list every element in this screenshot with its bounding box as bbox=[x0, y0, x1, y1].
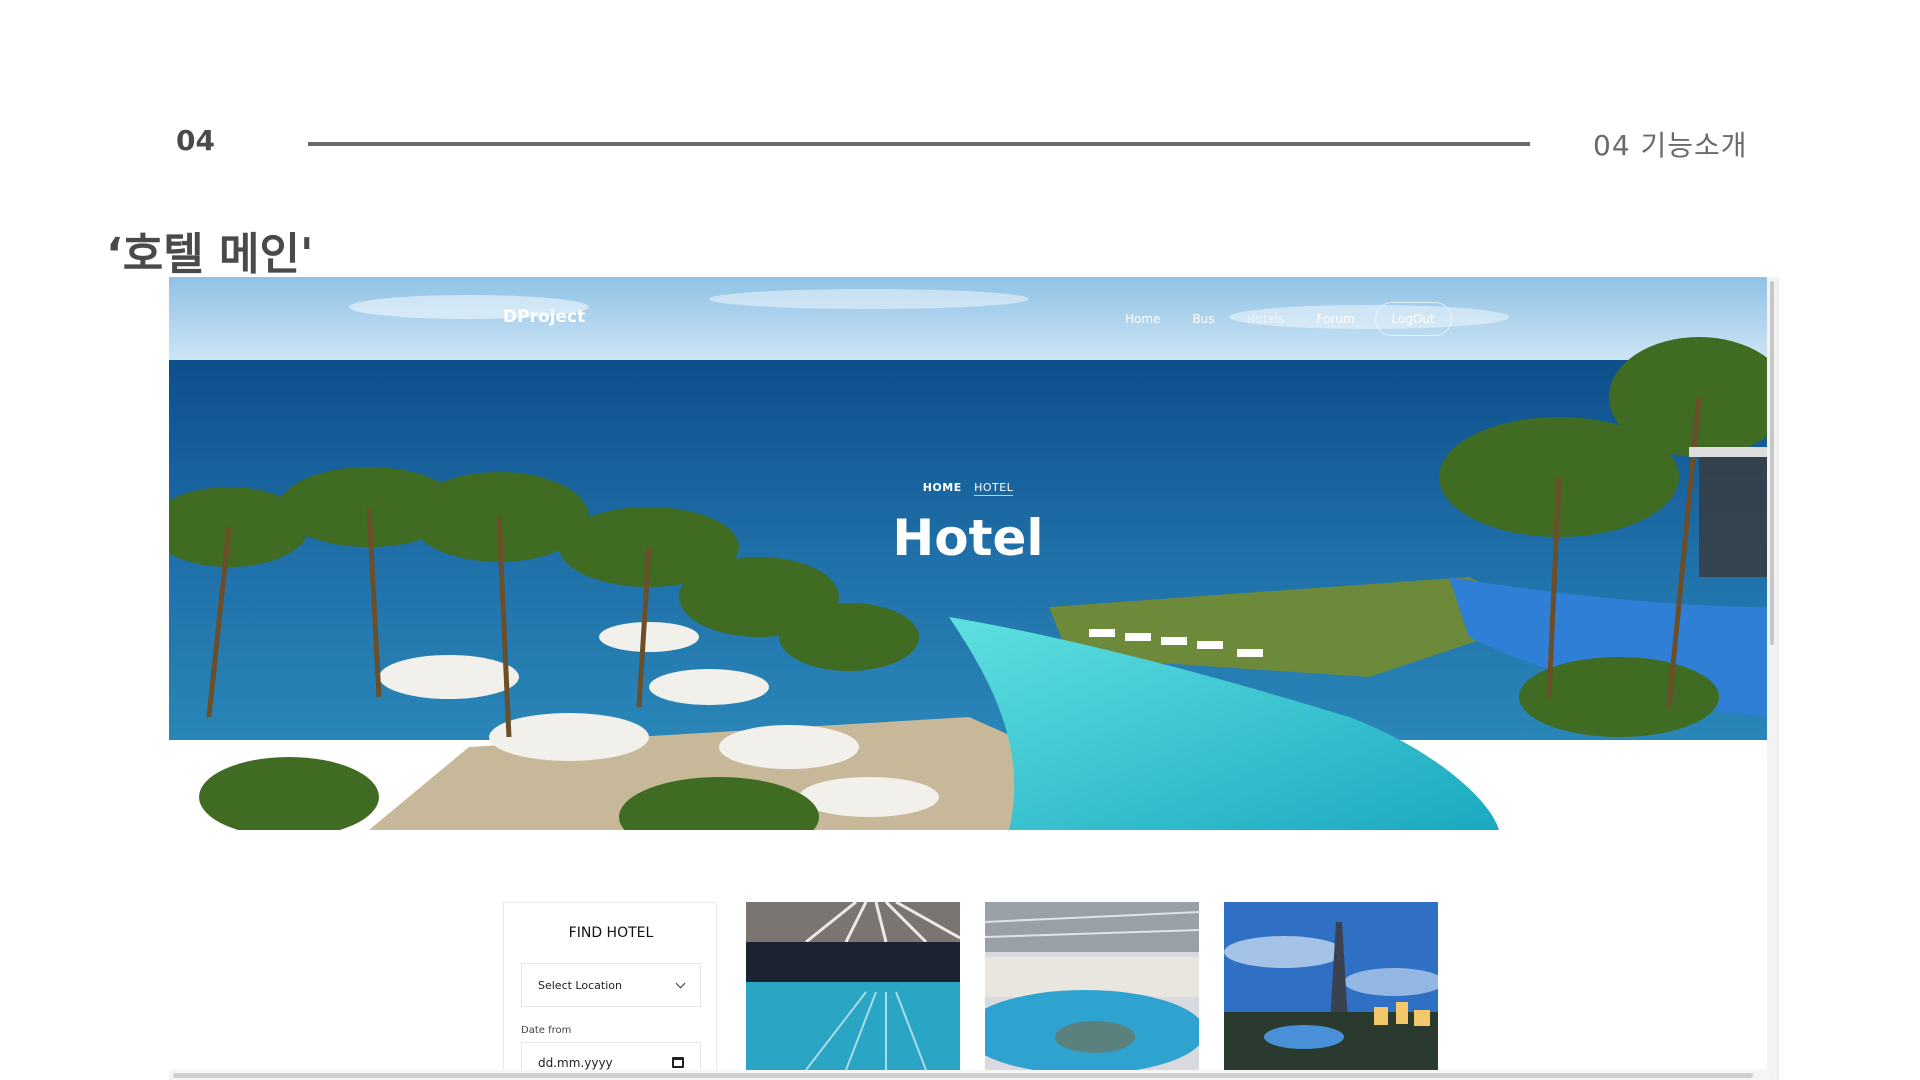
hotel-page-screenshot: DProject Home Bus Hotels Forum LogOut HO… bbox=[169, 277, 1779, 1080]
location-select-value: Select Location bbox=[538, 978, 622, 992]
location-select[interactable]: Select Location bbox=[521, 963, 701, 1007]
chevron-down-icon bbox=[675, 978, 686, 988]
main-nav: Home Bus Hotels Forum LogOut bbox=[1109, 299, 1452, 339]
breadcrumb-current: HOTEL bbox=[974, 481, 1014, 496]
indoor-pool-hall-image bbox=[985, 902, 1199, 1070]
calendar-icon[interactable] bbox=[672, 1057, 684, 1068]
slide-title: ‘호텔 메인' bbox=[106, 229, 314, 280]
find-hotel-title: FIND HOTEL bbox=[568, 925, 654, 941]
nav-hotels[interactable]: Hotels bbox=[1231, 312, 1301, 326]
header-divider bbox=[308, 142, 1530, 146]
breadcrumb: HOME HOTEL bbox=[169, 481, 1767, 496]
horizontal-scrollbar[interactable] bbox=[169, 1070, 1769, 1080]
indoor-pool-night-image bbox=[746, 902, 960, 1070]
nav-home[interactable]: Home bbox=[1109, 312, 1176, 326]
vertical-scrollbar[interactable] bbox=[1767, 277, 1777, 1080]
city-tower-skyline-image bbox=[1224, 902, 1438, 1070]
nav-bus[interactable]: Bus bbox=[1176, 312, 1230, 326]
vertical-scroll-thumb[interactable] bbox=[1770, 281, 1774, 645]
find-hotel-panel: FIND HOTEL Select Location Date from dd.… bbox=[503, 902, 717, 1080]
date-from-label: Date from bbox=[521, 1025, 572, 1036]
site-logo[interactable]: DProject bbox=[503, 307, 585, 327]
hotel-thumbnail-2[interactable] bbox=[985, 902, 1199, 1070]
hotel-thumbnail-1[interactable] bbox=[746, 902, 960, 1070]
hotel-thumbnail-3[interactable] bbox=[1224, 902, 1438, 1070]
nav-forum[interactable]: Forum bbox=[1301, 312, 1371, 326]
logout-button[interactable]: LogOut bbox=[1374, 302, 1452, 336]
hero-banner: DProject Home Bus Hotels Forum LogOut HO… bbox=[169, 277, 1767, 830]
horizontal-scroll-thumb[interactable] bbox=[173, 1073, 1753, 1078]
slide-section-label: 04 기능소개 bbox=[1593, 129, 1748, 162]
page-title: Hotel bbox=[892, 509, 1044, 567]
slide-number: 04 bbox=[176, 124, 215, 157]
date-from-placeholder: dd.mm.yyyy bbox=[538, 1055, 613, 1070]
breadcrumb-home[interactable]: HOME bbox=[923, 481, 962, 494]
